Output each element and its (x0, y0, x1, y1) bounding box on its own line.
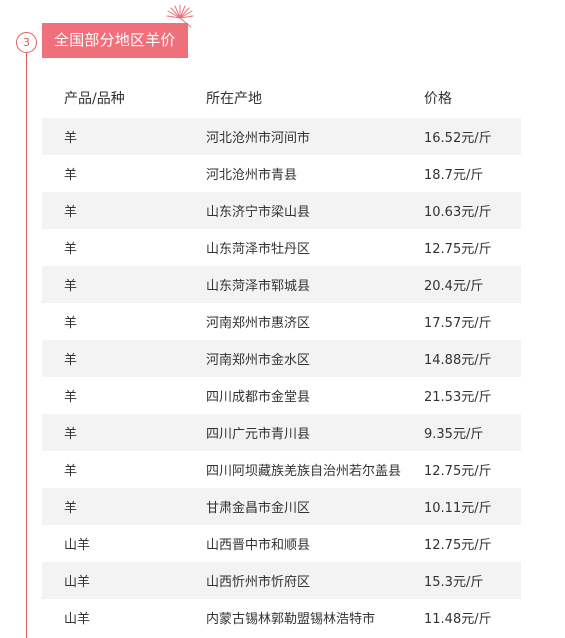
cell-origin: 四川广元市青川县 (206, 427, 311, 442)
cell-price: 12.75元/斤 (424, 538, 492, 553)
cell-origin: 河南郑州市惠济区 (206, 316, 311, 331)
cell-product: 羊 (64, 205, 78, 220)
table-row: 羊 四川阿坝藏族羌族自治州若尔盖县 12.75元/斤 (42, 451, 521, 488)
cell-origin: 四川成都市金堂县 (206, 390, 311, 405)
cell-price: 20.4元/斤 (424, 279, 484, 294)
table-row: 羊 河北沧州市河间市 16.52元/斤 (42, 118, 521, 155)
firework-spark-icon (166, 4, 194, 28)
table-header: 产品/品种 所在产地 价格 (42, 78, 521, 118)
cell-origin: 山西晋中市和顺县 (206, 538, 311, 553)
cell-origin: 甘肃金昌市金川区 (206, 501, 311, 516)
cell-price: 16.52元/斤 (424, 131, 492, 146)
cell-product: 山羊 (64, 575, 91, 590)
table-row: 羊 山东菏泽市牡丹区 12.75元/斤 (42, 229, 521, 266)
cell-origin: 山东菏泽市郓城县 (206, 279, 311, 294)
cell-origin: 四川阿坝藏族羌族自治州若尔盖县 (206, 464, 402, 479)
cell-price: 10.63元/斤 (424, 205, 492, 220)
cell-origin: 河北沧州市青县 (206, 168, 298, 183)
table-row: 羊 山东济宁市梁山县 10.63元/斤 (42, 192, 521, 229)
cell-product: 羊 (64, 279, 78, 294)
cell-product: 羊 (64, 131, 78, 146)
table-row: 羊 山东菏泽市郓城县 20.4元/斤 (42, 266, 521, 303)
table-row: 羊 河北沧州市青县 18.7元/斤 (42, 155, 521, 192)
cell-price: 17.57元/斤 (424, 316, 492, 331)
cell-price: 12.75元/斤 (424, 242, 492, 257)
cell-origin: 山东济宁市梁山县 (206, 205, 311, 220)
cell-origin: 山西忻州市忻府区 (206, 575, 311, 590)
table-row: 羊 甘肃金昌市金川区 10.11元/斤 (42, 488, 521, 525)
cell-product: 羊 (64, 390, 78, 405)
cell-product: 羊 (64, 242, 78, 257)
table-row: 山羊 山西忻州市忻府区 15.3元/斤 (42, 562, 521, 599)
cell-product: 羊 (64, 168, 78, 183)
cell-price: 12.75元/斤 (424, 464, 492, 479)
column-header-price: 价格 (424, 91, 452, 107)
cell-product: 羊 (64, 427, 78, 442)
table-row: 羊 四川广元市青川县 9.35元/斤 (42, 414, 521, 451)
cell-product: 山羊 (64, 538, 91, 553)
column-header-origin: 所在产地 (206, 91, 262, 107)
cell-price: 21.53元/斤 (424, 390, 492, 405)
cell-product: 羊 (64, 316, 78, 331)
price-table: 产品/品种 所在产地 价格 羊 河北沧州市河间市 16.52元/斤 羊 河北沧州… (42, 78, 521, 636)
cell-origin: 河南郑州市金水区 (206, 353, 311, 368)
table-row: 山羊 山西晋中市和顺县 12.75元/斤 (42, 525, 521, 562)
cell-product: 羊 (64, 464, 78, 479)
cell-product: 山羊 (64, 612, 91, 627)
cell-product: 羊 (64, 501, 78, 516)
timeline-line (26, 46, 27, 638)
cell-price: 11.48元/斤 (424, 612, 492, 627)
table-row: 羊 四川成都市金堂县 21.53元/斤 (42, 377, 521, 414)
table-row: 羊 河南郑州市金水区 14.88元/斤 (42, 340, 521, 377)
cell-price: 9.35元/斤 (424, 427, 484, 442)
table-row: 羊 河南郑州市惠济区 17.57元/斤 (42, 303, 521, 340)
cell-product: 羊 (64, 353, 78, 368)
cell-origin: 河北沧州市河间市 (206, 131, 311, 146)
cell-price: 14.88元/斤 (424, 353, 492, 368)
cell-origin: 内蒙古锡林郭勒盟锡林浩特市 (206, 612, 376, 627)
cell-price: 15.3元/斤 (424, 575, 484, 590)
column-header-product: 产品/品种 (64, 91, 125, 107)
cell-origin: 山东菏泽市牡丹区 (206, 242, 311, 257)
cell-price: 10.11元/斤 (424, 501, 492, 516)
cell-price: 18.7元/斤 (424, 168, 484, 183)
table-row: 山羊 内蒙古锡林郭勒盟锡林浩特市 11.48元/斤 (42, 599, 521, 636)
step-number-badge: 3 (16, 32, 37, 53)
